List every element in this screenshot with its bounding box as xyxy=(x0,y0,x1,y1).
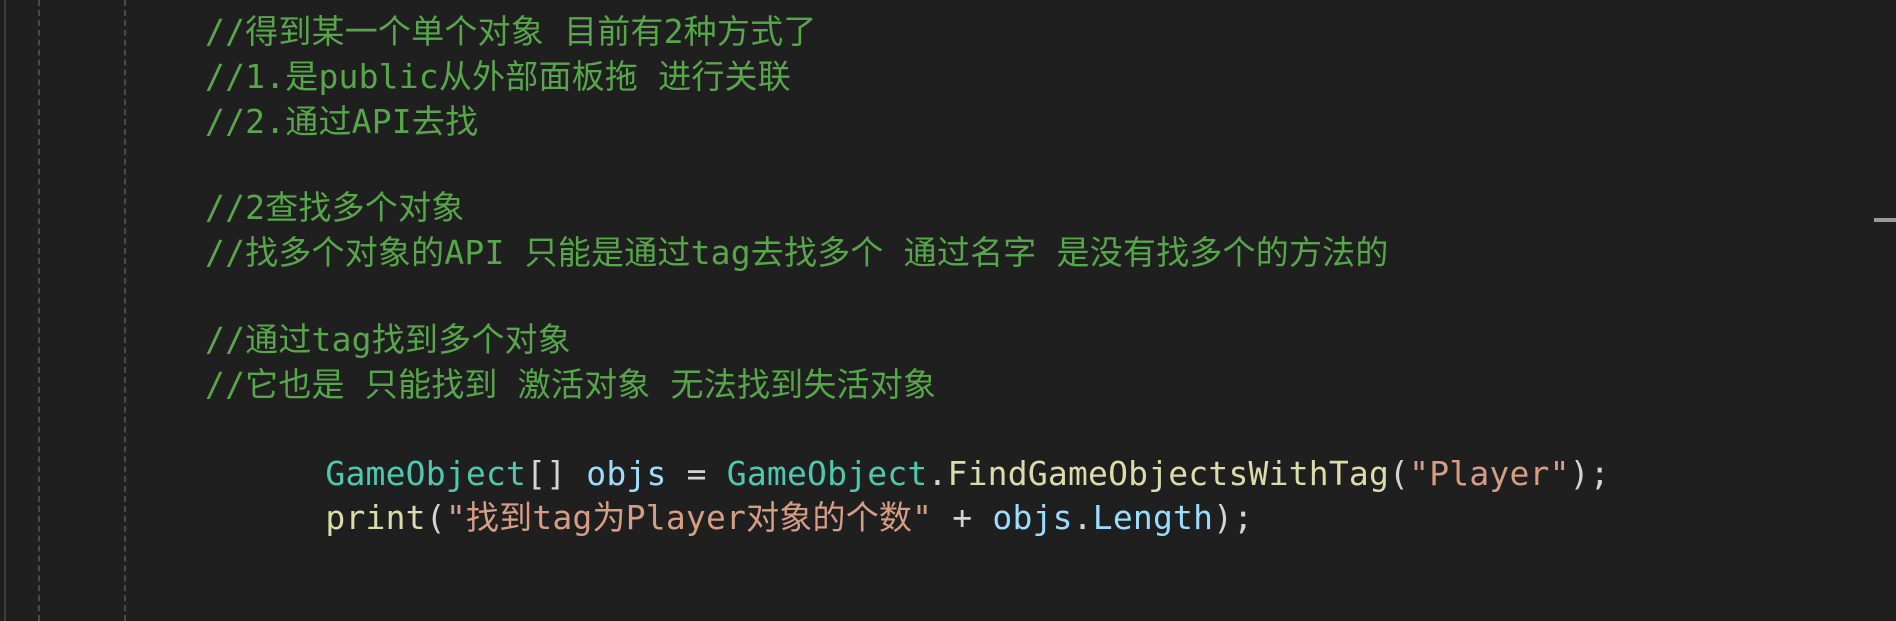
token-operator: + xyxy=(932,498,993,537)
token-punct: ); xyxy=(1213,498,1254,537)
token-string: "Player" xyxy=(1409,454,1570,493)
code-line-comment-2[interactable]: //1.是public从外部面板拖 进行关联 xyxy=(205,55,791,99)
scrollbar-marker[interactable] xyxy=(1874,218,1896,222)
token-punct: . xyxy=(1072,498,1093,537)
token-method: print xyxy=(325,498,426,537)
token-punct: ); xyxy=(1569,454,1610,493)
token-property: Length xyxy=(1092,498,1214,537)
code-line-print[interactable]: print("找到tag为Player对象的个数" + objs.Length)… xyxy=(205,452,1253,537)
code-line-comment-7[interactable]: //它也是 只能找到 激活对象 无法找到失活对象 xyxy=(205,363,936,407)
code-line-comment-6[interactable]: //通过tag找到多个对象 xyxy=(205,318,571,362)
editor-margin-line xyxy=(4,0,6,621)
token-variable: objs xyxy=(992,498,1073,537)
code-line-find-objects[interactable]: GameObject[] objs = GameObject.FindGameO… xyxy=(205,408,1610,493)
code-line-comment-5[interactable]: //找多个对象的API 只能是通过tag去找多个 通过名字 是没有找多个的方法的 xyxy=(205,231,1389,275)
code-area[interactable]: //得到某一个单个对象 目前有2种方式了 //1.是public从外部面板拖 进… xyxy=(205,0,1856,621)
token-punct: ( xyxy=(425,498,446,537)
code-line-comment-4[interactable]: //2查找多个对象 xyxy=(205,186,464,230)
indent-guide-2 xyxy=(124,0,126,621)
token-punct: ( xyxy=(1389,454,1410,493)
token-string: "找到tag为Player对象的个数" xyxy=(445,498,933,537)
code-line-comment-3[interactable]: //2.通过API去找 xyxy=(205,100,478,144)
code-editor[interactable]: //得到某一个单个对象 目前有2种方式了 //1.是public从外部面板拖 进… xyxy=(0,0,1896,621)
indent-guide-1 xyxy=(38,0,40,621)
code-line-comment-1[interactable]: //得到某一个单个对象 目前有2种方式了 xyxy=(205,10,816,54)
